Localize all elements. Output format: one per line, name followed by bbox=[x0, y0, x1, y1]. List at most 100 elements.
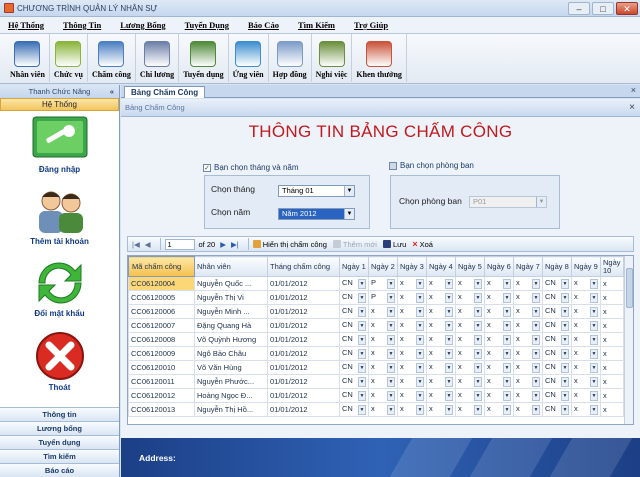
table-cell[interactable]: CC06120004 bbox=[128, 276, 195, 291]
day-cell[interactable]: x ▼ bbox=[484, 374, 514, 389]
chevron-down-icon[interactable]: ▼ bbox=[445, 363, 453, 373]
day-cell[interactable]: x ▼ bbox=[368, 346, 398, 361]
menu-bao-cao[interactable]: Báo Cáo bbox=[248, 20, 279, 30]
chevron-down-icon[interactable]: ▼ bbox=[445, 335, 453, 345]
sidebar-category-tim-kiem[interactable]: Tìm kiếm bbox=[0, 449, 119, 463]
column-header[interactable]: Ngày 3 bbox=[397, 256, 427, 277]
day-cell[interactable]: x ▼ bbox=[484, 388, 514, 403]
last-page-icon[interactable]: ▶| bbox=[231, 240, 239, 249]
day-cell[interactable]: x ▼ bbox=[484, 346, 514, 361]
day-cell[interactable]: CN ▼ bbox=[339, 388, 369, 403]
chevron-down-icon[interactable]: ▼ bbox=[561, 363, 569, 373]
chevron-down-icon[interactable]: ▼ bbox=[416, 307, 424, 317]
chevron-down-icon[interactable]: ▼ bbox=[474, 363, 482, 373]
day-cell[interactable]: x ▼ bbox=[455, 304, 485, 319]
day-cell[interactable]: x ▼ bbox=[484, 332, 514, 347]
chevron-down-icon[interactable]: ▼ bbox=[416, 377, 424, 387]
next-page-icon[interactable]: ▶ bbox=[220, 240, 226, 249]
day-cell[interactable]: CN ▼ bbox=[339, 290, 369, 305]
chevron-down-icon[interactable]: ▼ bbox=[416, 349, 424, 359]
sidebar-category-bao-cao[interactable]: Báo cáo bbox=[0, 463, 119, 477]
day-cell[interactable]: x ▼ bbox=[397, 374, 427, 389]
day-cell[interactable]: x ▼ bbox=[571, 290, 601, 305]
sidebar-item-exit[interactable]: Thoát bbox=[0, 331, 119, 401]
column-header[interactable]: Mã chấm công bbox=[128, 256, 195, 277]
day-cell[interactable]: x bbox=[600, 374, 624, 389]
chevron-down-icon[interactable]: ▼ bbox=[474, 293, 482, 303]
table-row[interactable]: CC06120010 Võ Văn Hùng 01/01/2012 CN ▼ x ▼ x ▼ x ▼… bbox=[128, 360, 624, 375]
chevron-down-icon[interactable]: ▼ bbox=[387, 279, 395, 289]
tab-bang-cham-cong[interactable]: Bảng Chấm Công bbox=[124, 86, 206, 98]
table-row[interactable]: CC06120008 Võ Quỳnh Hương 01/01/2012 CN ▼ x ▼ x… bbox=[128, 332, 624, 347]
table-cell[interactable]: Nguyễn Minh ... bbox=[194, 304, 268, 319]
chevron-down-icon[interactable]: ▼ bbox=[532, 307, 540, 317]
table-cell[interactable]: Nguyễn Quốc ... bbox=[194, 276, 268, 291]
day-cell[interactable]: x ▼ bbox=[368, 360, 398, 375]
day-cell[interactable]: x bbox=[600, 276, 624, 291]
day-cell[interactable]: CN ▼ bbox=[542, 276, 572, 291]
menu-tro-giup[interactable]: Trợ Giúp bbox=[354, 20, 388, 30]
chevron-down-icon[interactable]: ▼ bbox=[532, 335, 540, 345]
day-cell[interactable]: CN ▼ bbox=[339, 374, 369, 389]
chevron-down-icon[interactable]: ▼ bbox=[561, 335, 569, 345]
day-cell[interactable]: x ▼ bbox=[426, 388, 456, 403]
day-cell[interactable]: x ▼ bbox=[397, 388, 427, 403]
day-cell[interactable]: x ▼ bbox=[571, 402, 601, 417]
day-cell[interactable]: x ▼ bbox=[513, 402, 543, 417]
chevron-down-icon[interactable]: ▼ bbox=[590, 307, 598, 317]
table-cell[interactable]: 01/01/2012 bbox=[267, 304, 340, 319]
day-cell[interactable]: CN ▼ bbox=[339, 402, 369, 417]
chevron-down-icon[interactable]: ▼ bbox=[358, 391, 366, 401]
chevron-down-icon[interactable]: ▼ bbox=[474, 307, 482, 317]
table-cell[interactable]: Nguyễn Thị Hồ... bbox=[194, 402, 268, 417]
day-cell[interactable]: x ▼ bbox=[571, 346, 601, 361]
day-cell[interactable]: x ▼ bbox=[571, 360, 601, 375]
chevron-down-icon[interactable]: ▼ bbox=[358, 349, 366, 359]
day-cell[interactable]: x ▼ bbox=[368, 332, 398, 347]
day-cell[interactable]: x ▼ bbox=[426, 318, 456, 333]
column-header[interactable]: Ngày 8 bbox=[542, 256, 572, 277]
chevron-down-icon[interactable]: ▼ bbox=[532, 391, 540, 401]
day-cell[interactable]: x ▼ bbox=[484, 276, 514, 291]
column-header[interactable]: Ngày 2 bbox=[368, 256, 398, 277]
chevron-down-icon[interactable]: ▼ bbox=[590, 377, 598, 387]
column-header[interactable]: Ngày 1 bbox=[339, 256, 369, 277]
day-cell[interactable]: x ▼ bbox=[455, 360, 485, 375]
toolbar-button-employee[interactable]: Nhân viên bbox=[6, 34, 50, 82]
chevron-down-icon[interactable]: ▼ bbox=[561, 279, 569, 289]
day-cell[interactable]: x ▼ bbox=[426, 360, 456, 375]
chevron-down-icon[interactable]: ▼ bbox=[474, 349, 482, 359]
day-cell[interactable]: x ▼ bbox=[455, 276, 485, 291]
day-cell[interactable]: x bbox=[600, 346, 624, 361]
chevron-down-icon[interactable]: ▼ bbox=[503, 349, 511, 359]
table-row[interactable]: CC06120004 Nguyễn Quốc ... 01/01/2012 CN ▼ P ▼… bbox=[128, 276, 624, 291]
chevron-down-icon[interactable]: ▼ bbox=[590, 335, 598, 345]
chevron-down-icon[interactable]: ▼ bbox=[590, 405, 598, 415]
day-cell[interactable]: CN ▼ bbox=[542, 332, 572, 347]
day-cell[interactable]: x ▼ bbox=[484, 290, 514, 305]
chevron-down-icon[interactable]: ▼ bbox=[532, 349, 540, 359]
chevron-down-icon[interactable]: ▼ bbox=[590, 363, 598, 373]
table-cell[interactable]: CC06120008 bbox=[128, 332, 195, 347]
chevron-down-icon[interactable]: ▼ bbox=[387, 391, 395, 401]
day-cell[interactable]: x ▼ bbox=[397, 402, 427, 417]
chevron-down-icon[interactable]: ▼ bbox=[503, 405, 511, 415]
chevron-down-icon[interactable]: ▼ bbox=[590, 321, 598, 331]
table-cell[interactable]: 01/01/2012 bbox=[267, 346, 340, 361]
day-cell[interactable]: CN ▼ bbox=[339, 346, 369, 361]
day-cell[interactable]: x ▼ bbox=[426, 402, 456, 417]
chevron-down-icon[interactable]: ▼ bbox=[416, 391, 424, 401]
table-cell[interactable]: Võ Quỳnh Hương bbox=[194, 332, 268, 347]
table-cell[interactable]: Ngô Bảo Châu bbox=[194, 346, 268, 361]
chevron-down-icon[interactable]: ▼ bbox=[532, 279, 540, 289]
chevron-down-icon[interactable]: ▼ bbox=[344, 209, 354, 219]
day-cell[interactable]: x ▼ bbox=[455, 388, 485, 403]
table-cell[interactable]: 01/01/2012 bbox=[267, 374, 340, 389]
chevron-down-icon[interactable]: ▼ bbox=[503, 279, 511, 289]
chevron-down-icon[interactable]: ▼ bbox=[358, 293, 366, 303]
day-cell[interactable]: x bbox=[600, 304, 624, 319]
day-cell[interactable]: x ▼ bbox=[484, 304, 514, 319]
table-cell[interactable]: CC06120013 bbox=[128, 402, 195, 417]
day-cell[interactable]: CN ▼ bbox=[542, 374, 572, 389]
toolbar-button-position[interactable]: Chức vụ bbox=[50, 34, 88, 82]
